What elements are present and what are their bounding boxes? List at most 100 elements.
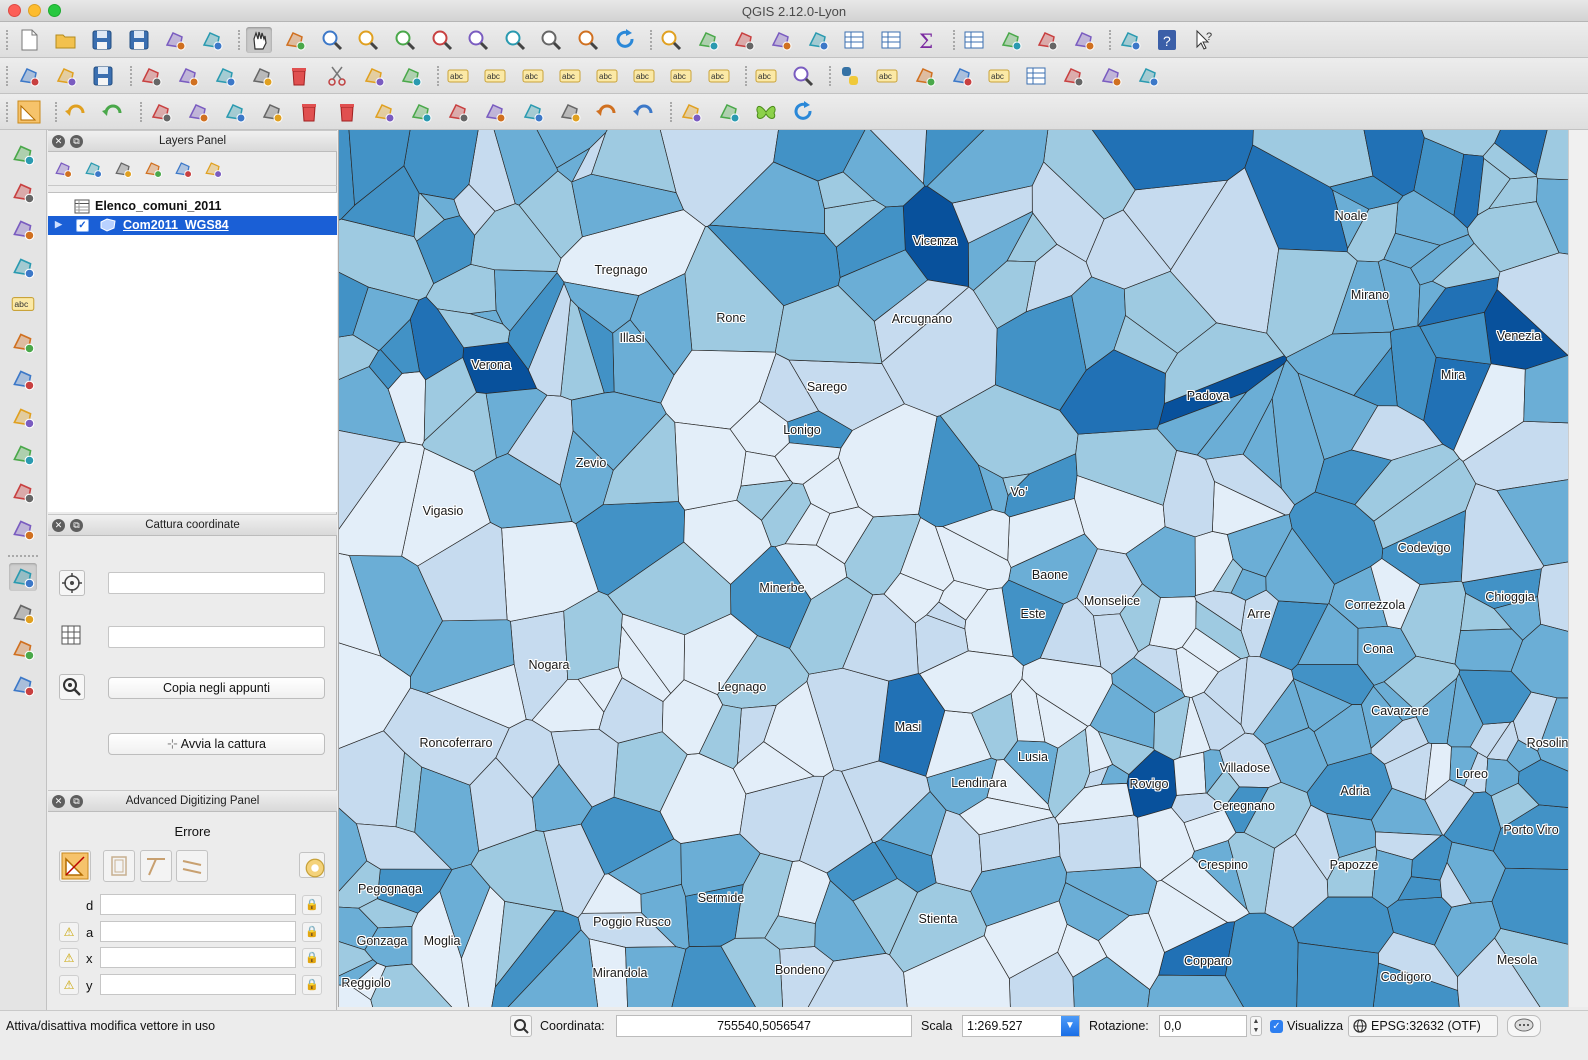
coordinate-field[interactable]: 755540,5056547 xyxy=(616,1015,912,1037)
capture-coordinate-icon[interactable] xyxy=(9,562,37,591)
snapping-icon[interactable] xyxy=(678,99,704,125)
attribute-table-icon[interactable] xyxy=(841,27,867,53)
add-raster-layer-icon[interactable] xyxy=(9,178,37,206)
adv-field-input[interactable] xyxy=(100,894,296,915)
expression-select-icon[interactable] xyxy=(805,27,831,53)
label-toggle-icon[interactable]: abc xyxy=(706,63,732,89)
commune-polygon[interactable] xyxy=(1296,942,1379,1007)
add-virtual-layer-icon[interactable] xyxy=(9,478,37,506)
show-bookmarks-icon[interactable] xyxy=(1071,27,1097,53)
map-tips-icon[interactable] xyxy=(998,27,1024,53)
collapse-all-icon[interactable] xyxy=(172,158,194,180)
table-icon[interactable] xyxy=(1023,63,1049,89)
layer-row-com2011[interactable]: ▶ ✓ Com2011_WGS84 xyxy=(48,216,337,235)
identify-icon[interactable] xyxy=(658,27,684,53)
add-delimited-text-icon[interactable] xyxy=(9,440,37,468)
lock-icon[interactable]: 🔒 xyxy=(302,895,322,915)
commune-polygon[interactable] xyxy=(1057,814,1141,873)
add-group-icon[interactable] xyxy=(52,158,74,180)
sum-icon[interactable]: Σ xyxy=(914,27,940,53)
measure-icon[interactable] xyxy=(961,27,987,53)
layer-visibility-checkbox[interactable]: ✓ xyxy=(76,219,89,232)
expand-all-icon[interactable] xyxy=(142,158,164,180)
layer-row-elenco[interactable]: Elenco_comuni_2011 xyxy=(48,197,337,216)
paste-features-icon[interactable] xyxy=(398,63,424,89)
label-icon[interactable]: abc xyxy=(482,63,508,89)
new-project-icon[interactable] xyxy=(16,27,42,53)
rotate-feature-icon[interactable] xyxy=(631,99,657,125)
delete-selected-icon[interactable] xyxy=(286,63,312,89)
lock-icon[interactable]: 🔒 xyxy=(302,948,322,968)
mouse-coord-toggle-icon[interactable] xyxy=(510,1015,532,1037)
commune-polygon[interactable] xyxy=(1537,561,1568,633)
settings-icon[interactable] xyxy=(299,852,325,878)
save-as-icon[interactable] xyxy=(126,27,152,53)
rotate-point-icon[interactable] xyxy=(594,99,620,125)
label-rotate-icon[interactable]: abc xyxy=(631,63,657,89)
construction-mode-button[interactable] xyxy=(103,850,135,882)
save-project-icon[interactable] xyxy=(89,27,115,53)
messages-icon[interactable] xyxy=(1507,1015,1541,1037)
copy-to-clipboard-button[interactable]: Copia negli appunti xyxy=(108,677,325,699)
parallel-button[interactable] xyxy=(140,850,172,882)
cloud-icon[interactable] xyxy=(1098,63,1124,89)
zoom-to-selection-icon[interactable] xyxy=(465,27,491,53)
pan-to-selection-icon[interactable] xyxy=(282,27,308,53)
action-icon[interactable] xyxy=(695,27,721,53)
render-checkbox[interactable]: ✓ xyxy=(1270,1020,1283,1033)
tool-icon[interactable] xyxy=(912,63,938,89)
add-mssql-layer-icon[interactable]: abc xyxy=(9,290,37,318)
add-ring-icon[interactable] xyxy=(185,99,211,125)
add-wms-layer-icon[interactable] xyxy=(9,328,37,356)
zoom-full-icon[interactable] xyxy=(429,27,455,53)
label-show-icon[interactable]: abc xyxy=(557,63,583,89)
crs-button[interactable]: EPSG:32632 (OTF) xyxy=(1348,1015,1498,1037)
filter-legend-icon[interactable] xyxy=(112,158,134,180)
add-vector-layer-icon[interactable] xyxy=(9,140,37,168)
trace-icon[interactable] xyxy=(716,99,742,125)
split-parts-icon[interactable] xyxy=(482,99,508,125)
whats-this-icon[interactable]: ? xyxy=(1191,27,1217,53)
add-postgis-layer-icon[interactable] xyxy=(9,215,37,243)
sql-icon[interactable]: abc xyxy=(986,63,1012,89)
cxf-in-icon[interactable]: abc xyxy=(874,63,900,89)
start-capture-button[interactable]: ⊹ Avvia la cattura xyxy=(108,733,325,755)
split-features-icon[interactable] xyxy=(445,99,471,125)
expand-arrow-icon[interactable]: ▶ xyxy=(55,219,62,230)
gps-icon[interactable] xyxy=(9,599,37,627)
refresh-time-icon[interactable] xyxy=(790,99,816,125)
unpin-labels-icon[interactable]: abc xyxy=(445,63,471,89)
adv-field-input[interactable] xyxy=(100,947,296,968)
undo-icon[interactable] xyxy=(63,99,89,125)
cut-features-icon[interactable] xyxy=(324,63,350,89)
add-spatialite-layer-icon[interactable] xyxy=(9,253,37,281)
zoom-native-icon[interactable] xyxy=(392,27,418,53)
commune-polygon[interactable] xyxy=(1454,628,1524,672)
deselect-icon[interactable] xyxy=(768,27,794,53)
toggle-editing-icon[interactable] xyxy=(53,63,79,89)
zoom-to-layer-icon[interactable] xyxy=(502,27,528,53)
choropleth-map[interactable] xyxy=(339,130,1568,1007)
manage-visibility-icon[interactable] xyxy=(82,158,104,180)
zoom-last-icon[interactable] xyxy=(538,27,564,53)
python-icon[interactable] xyxy=(837,63,863,89)
enable-advanced-digitizing-button[interactable] xyxy=(59,850,91,882)
composer-manager-icon[interactable] xyxy=(199,27,225,53)
reshape-icon[interactable] xyxy=(371,99,397,125)
coordinate-crs-field[interactable] xyxy=(108,572,325,594)
simplify-icon[interactable] xyxy=(148,99,174,125)
refresh-icon[interactable] xyxy=(612,27,638,53)
toolbar-grip[interactable] xyxy=(6,30,10,50)
relative-toggle-icon[interactable]: ⚠ xyxy=(59,921,79,942)
add-feature-icon[interactable] xyxy=(138,63,164,89)
lock-icon[interactable]: 🔒 xyxy=(302,921,322,942)
current-edits-icon[interactable] xyxy=(16,63,42,89)
relative-toggle-icon[interactable]: ⚠ xyxy=(59,974,79,995)
fill-ring-icon[interactable] xyxy=(259,99,285,125)
delete-part-icon[interactable] xyxy=(334,99,360,125)
map-canvas[interactable]: Tregnago Ronc Illasi Vicenza Arcugnano Noale M… xyxy=(338,130,1568,1007)
sync-icon[interactable] xyxy=(9,635,37,663)
rotation-field[interactable]: 0,0 xyxy=(1159,1015,1247,1037)
help-icon[interactable]: ? xyxy=(1154,27,1180,53)
chevron-down-icon[interactable]: ▼ xyxy=(1061,1016,1079,1036)
